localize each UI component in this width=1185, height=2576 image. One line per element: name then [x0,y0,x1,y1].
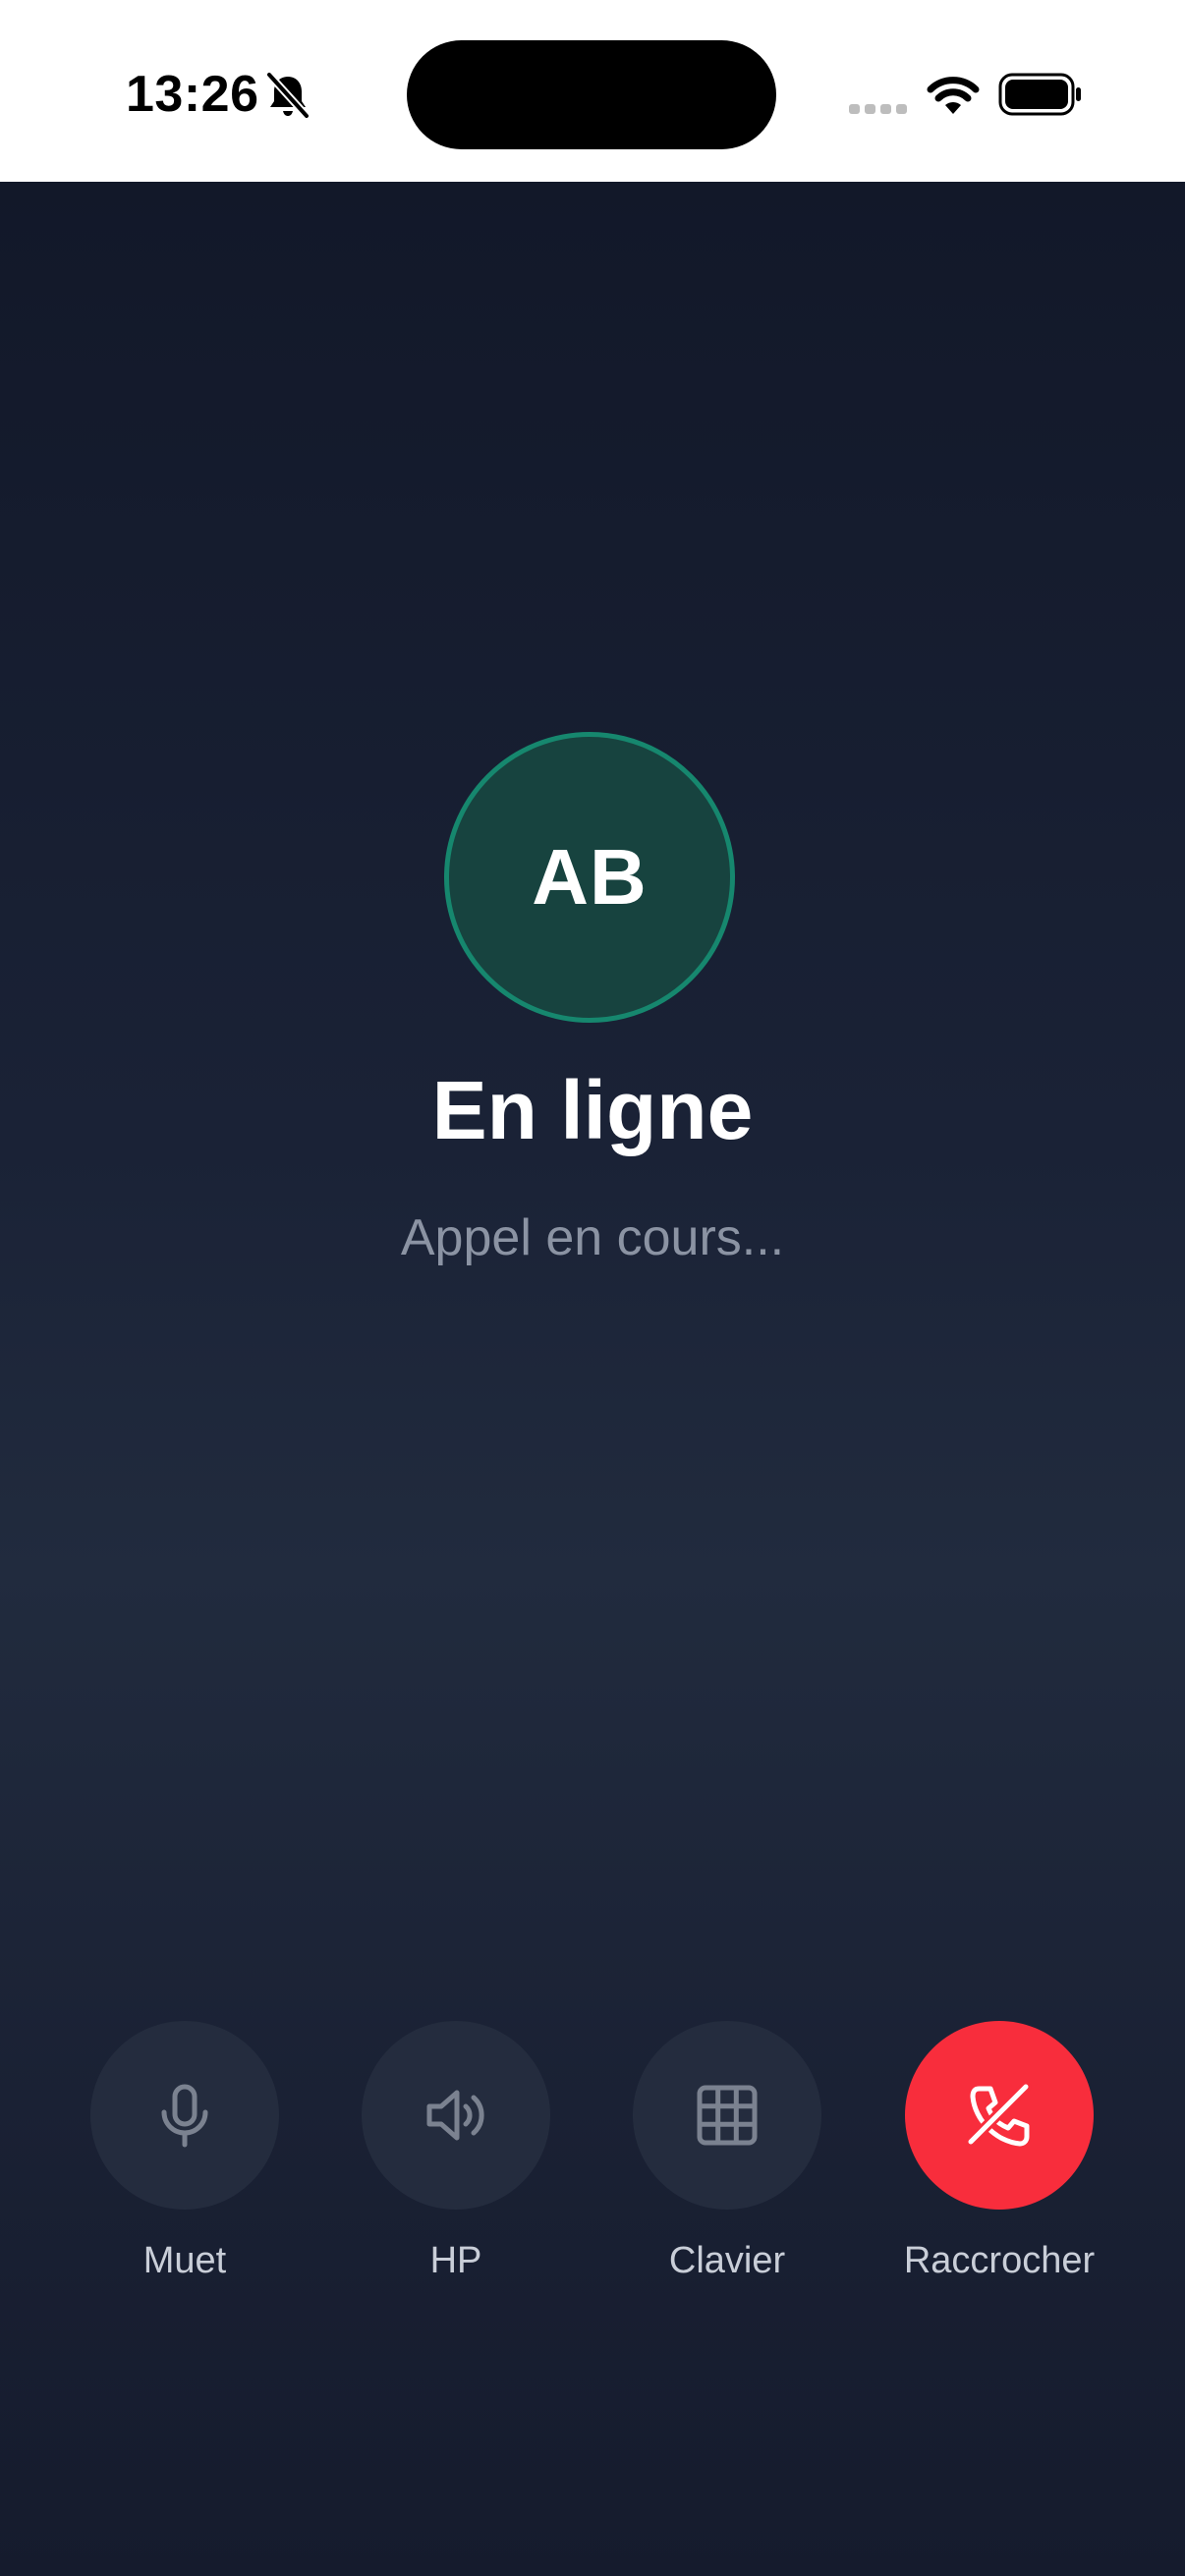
caller-name: En ligne [431,1064,754,1156]
bell-slash-icon [265,71,310,120]
status-bar: 13:26 [0,0,1185,182]
keypad-button[interactable] [633,2021,821,2210]
avatar: AB [444,732,735,1023]
mute-label: Muet [142,2240,227,2281]
end-call-button[interactable] [905,2021,1094,2210]
mute-control[interactable]: Muet [67,2021,303,2296]
speaker-control[interactable]: HP [338,2021,574,2296]
microphone-icon [161,2084,208,2148]
speaker-button[interactable] [362,2021,550,2210]
keypad-label: Clavier [668,2240,786,2281]
keypad-icon [697,2085,758,2146]
call-controls: Muet HP Clavier Raccrocher [0,2021,1185,2296]
call-status: Appel en cours... [400,1209,785,1266]
avatar-initials: AB [532,833,648,921]
speaker-icon [426,2090,484,2141]
speaker-label: HP [429,2240,482,2281]
mute-button[interactable] [90,2021,279,2210]
wifi-icon [927,77,980,114]
end-call-icon [965,2081,1032,2148]
end-call-label: Raccrocher [903,2240,1096,2281]
keypad-control[interactable]: Clavier [609,2021,845,2296]
end-call-control[interactable]: Raccrocher [881,2021,1117,2296]
dynamic-island [407,40,776,149]
status-time: 13:26 [126,66,259,123]
cellular-signal-icon [849,104,907,114]
battery-icon [998,73,1081,116]
